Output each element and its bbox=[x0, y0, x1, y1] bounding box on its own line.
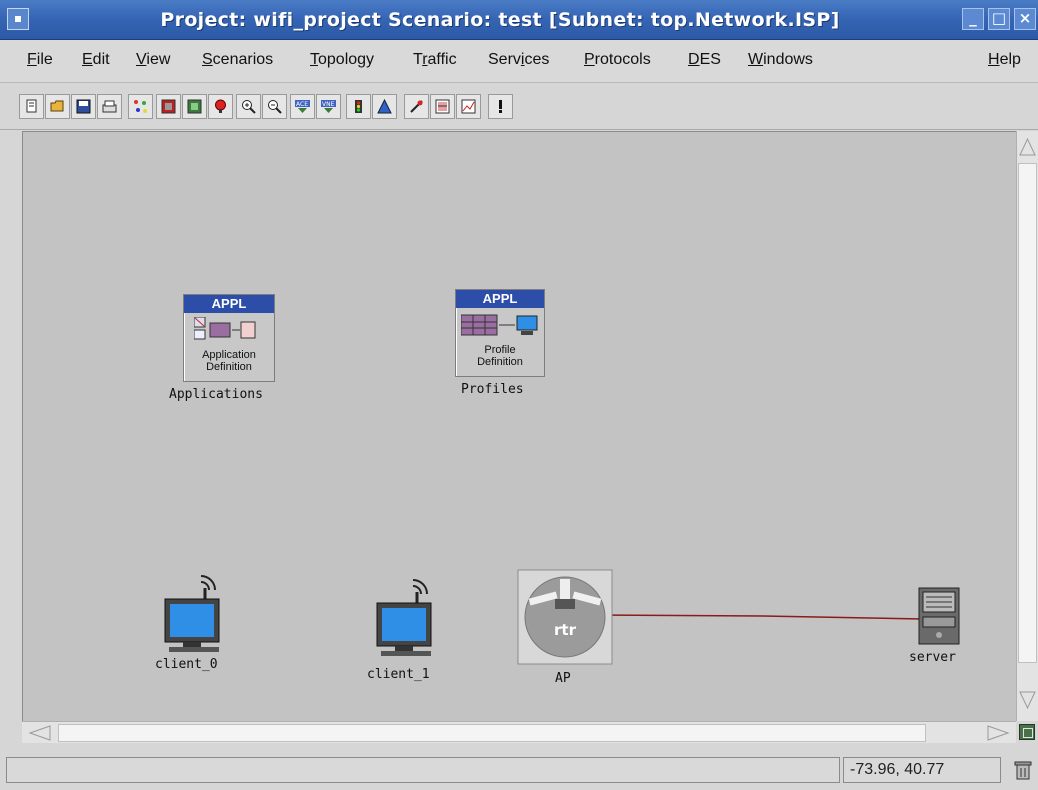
fail-node-icon[interactable] bbox=[208, 94, 233, 119]
info-icon[interactable] bbox=[488, 94, 513, 119]
title-bar[interactable]: Project: wifi_project Scenario: test [Su… bbox=[0, 0, 1038, 40]
client-0-node[interactable]: client_0 bbox=[155, 572, 225, 672]
menu-help[interactable]: Help bbox=[988, 51, 1021, 69]
trash-icon[interactable] bbox=[1014, 760, 1032, 780]
menu-topology[interactable]: Topology bbox=[310, 51, 374, 69]
applications-node[interactable]: APPL Application Definition Applications bbox=[169, 294, 275, 402]
menu-traffic[interactable]: Traffic bbox=[413, 51, 457, 69]
wireless-workstation-icon bbox=[164, 575, 220, 652]
ap-server-link[interactable] bbox=[590, 614, 924, 620]
profiles-label: Profiles bbox=[461, 382, 524, 397]
save-icon[interactable] bbox=[71, 94, 96, 119]
application-glyph-icon bbox=[194, 317, 256, 340]
appl-header: APPL bbox=[456, 290, 544, 308]
server-label: server bbox=[909, 650, 956, 665]
zoom-in-icon[interactable] bbox=[236, 94, 261, 119]
print-icon[interactable] bbox=[97, 94, 122, 119]
menu-scenarios[interactable]: Scenarios bbox=[202, 51, 273, 69]
toolbar: ACE VNE bbox=[0, 84, 1038, 130]
vertical-scrollbar[interactable] bbox=[1016, 131, 1038, 721]
horizontal-scroll-thumb[interactable] bbox=[58, 724, 926, 742]
navigator-icon bbox=[1019, 724, 1035, 740]
open-folder-icon[interactable] bbox=[45, 94, 70, 119]
web-reports-icon[interactable] bbox=[456, 94, 481, 119]
view-results-icon[interactable] bbox=[372, 94, 397, 119]
status-coordinates: -73.96, 40.77 bbox=[843, 757, 1001, 783]
application-definition-icon: APPL Application Definition bbox=[183, 294, 275, 382]
menu-view[interactable]: View bbox=[136, 51, 170, 69]
window-title: Project: wifi_project Scenario: test [Su… bbox=[160, 9, 840, 31]
opnet-project-window: Project: wifi_project Scenario: test [Su… bbox=[0, 0, 1038, 790]
wireless-workstation-icon bbox=[376, 579, 432, 656]
profiles-caption-line2: Definition bbox=[477, 356, 523, 368]
menu-protocols[interactable]: Protocols bbox=[584, 51, 651, 69]
menu-des[interactable]: DES bbox=[688, 51, 721, 69]
ap-label: AP bbox=[555, 671, 571, 686]
scroll-left-arrow-icon[interactable] bbox=[26, 724, 54, 742]
menu-windows[interactable]: Windows bbox=[748, 51, 813, 69]
zoom-out-icon[interactable] bbox=[262, 94, 287, 119]
rtr-label: rtr bbox=[554, 621, 577, 639]
wireless-router-icon: rtr bbox=[517, 569, 613, 665]
configure-node-icon[interactable] bbox=[156, 94, 181, 119]
check-links-icon[interactable] bbox=[182, 94, 207, 119]
maximize-button[interactable]: □ bbox=[988, 8, 1010, 30]
ace-label: ACE bbox=[296, 101, 308, 108]
menu-bar: File Edit View Scenarios Topology Traffi… bbox=[0, 40, 1038, 83]
applications-label: Applications bbox=[169, 387, 263, 402]
scroll-down-arrow-icon[interactable] bbox=[1018, 686, 1037, 714]
ace-import-icon[interactable]: ACE bbox=[290, 94, 315, 119]
ap-node[interactable]: rtr AP bbox=[517, 569, 613, 686]
vne-import-icon[interactable]: VNE bbox=[316, 94, 341, 119]
navigator-corner-button[interactable] bbox=[1016, 721, 1038, 743]
minimize-button[interactable]: _ bbox=[962, 8, 984, 30]
network-workspace[interactable]: APPL Application Definition Applications… bbox=[22, 131, 1016, 721]
node-palette-icon[interactable] bbox=[128, 94, 153, 119]
scroll-right-arrow-icon[interactable] bbox=[984, 724, 1012, 742]
applications-caption-line2: Definition bbox=[206, 361, 252, 373]
profile-glyph-icon bbox=[461, 314, 538, 336]
menu-edit[interactable]: Edit bbox=[82, 51, 110, 69]
close-button[interactable]: × bbox=[1014, 8, 1036, 30]
hide-statistics-icon[interactable] bbox=[404, 94, 429, 119]
vertical-scroll-thumb[interactable] bbox=[1018, 163, 1037, 663]
profiles-caption-line1: Profile bbox=[484, 344, 516, 356]
server-node[interactable]: server bbox=[909, 587, 963, 665]
new-project-icon[interactable] bbox=[19, 94, 44, 119]
vne-label: VNE bbox=[322, 101, 335, 108]
scroll-up-arrow-icon[interactable] bbox=[1018, 133, 1037, 161]
menu-services[interactable]: Services bbox=[488, 51, 549, 69]
status-message bbox=[6, 757, 840, 783]
edit-attributes-icon[interactable] bbox=[430, 94, 455, 119]
client-1-node[interactable]: client_1 bbox=[367, 576, 437, 682]
appl-header: APPL bbox=[184, 295, 274, 313]
profile-definition-icon: APPL Profile Definition bbox=[455, 289, 545, 377]
server-icon bbox=[918, 587, 960, 645]
profiles-node[interactable]: APPL Profile Definition Profiles bbox=[455, 289, 545, 397]
menu-file[interactable]: File bbox=[27, 51, 53, 69]
horizontal-scrollbar[interactable] bbox=[22, 721, 1016, 743]
client-0-label: client_0 bbox=[155, 657, 218, 672]
status-bar: -73.96, 40.77 bbox=[0, 744, 1038, 790]
applications-caption-line1: Application bbox=[202, 349, 256, 361]
client-1-label: client_1 bbox=[367, 667, 430, 682]
run-simulation-icon[interactable] bbox=[346, 94, 371, 119]
